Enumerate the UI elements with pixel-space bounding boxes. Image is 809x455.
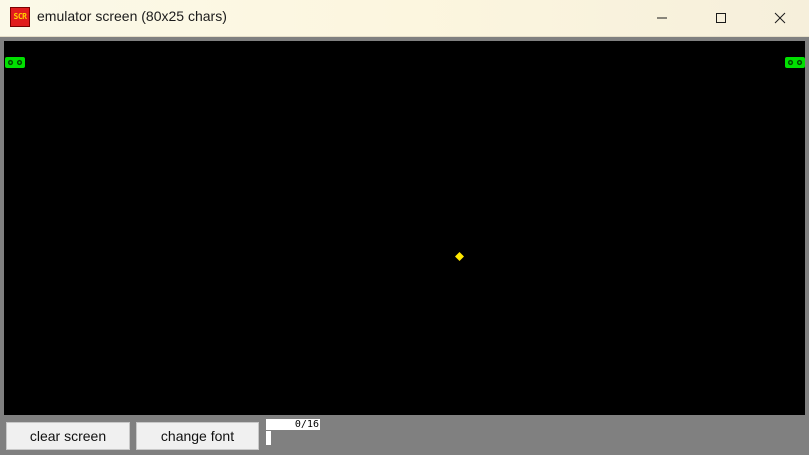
minimize-button[interactable] <box>632 0 692 36</box>
window-title: emulator screen (80x25 chars) <box>37 8 227 24</box>
input-cursor <box>266 431 271 445</box>
close-icon <box>774 12 786 24</box>
close-button[interactable] <box>750 0 809 36</box>
green-face-glyph <box>5 57 25 68</box>
change-font-button[interactable]: change font <box>136 422 259 450</box>
green-face-glyph <box>785 57 805 68</box>
font-counter: 0/16 <box>266 419 320 430</box>
clear-screen-button[interactable]: clear screen <box>6 422 130 450</box>
title-bar[interactable]: SCR emulator screen (80x25 chars) <box>0 0 809 37</box>
minimize-icon <box>657 17 667 19</box>
emulator-window: SCR emulator screen (80x25 chars) clear … <box>0 0 809 455</box>
maximize-icon <box>716 13 726 23</box>
maximize-button[interactable] <box>691 0 751 36</box>
emulator-screen[interactable] <box>4 41 805 415</box>
yellow-diamond-glyph <box>455 252 464 261</box>
app-icon: SCR <box>10 7 30 27</box>
